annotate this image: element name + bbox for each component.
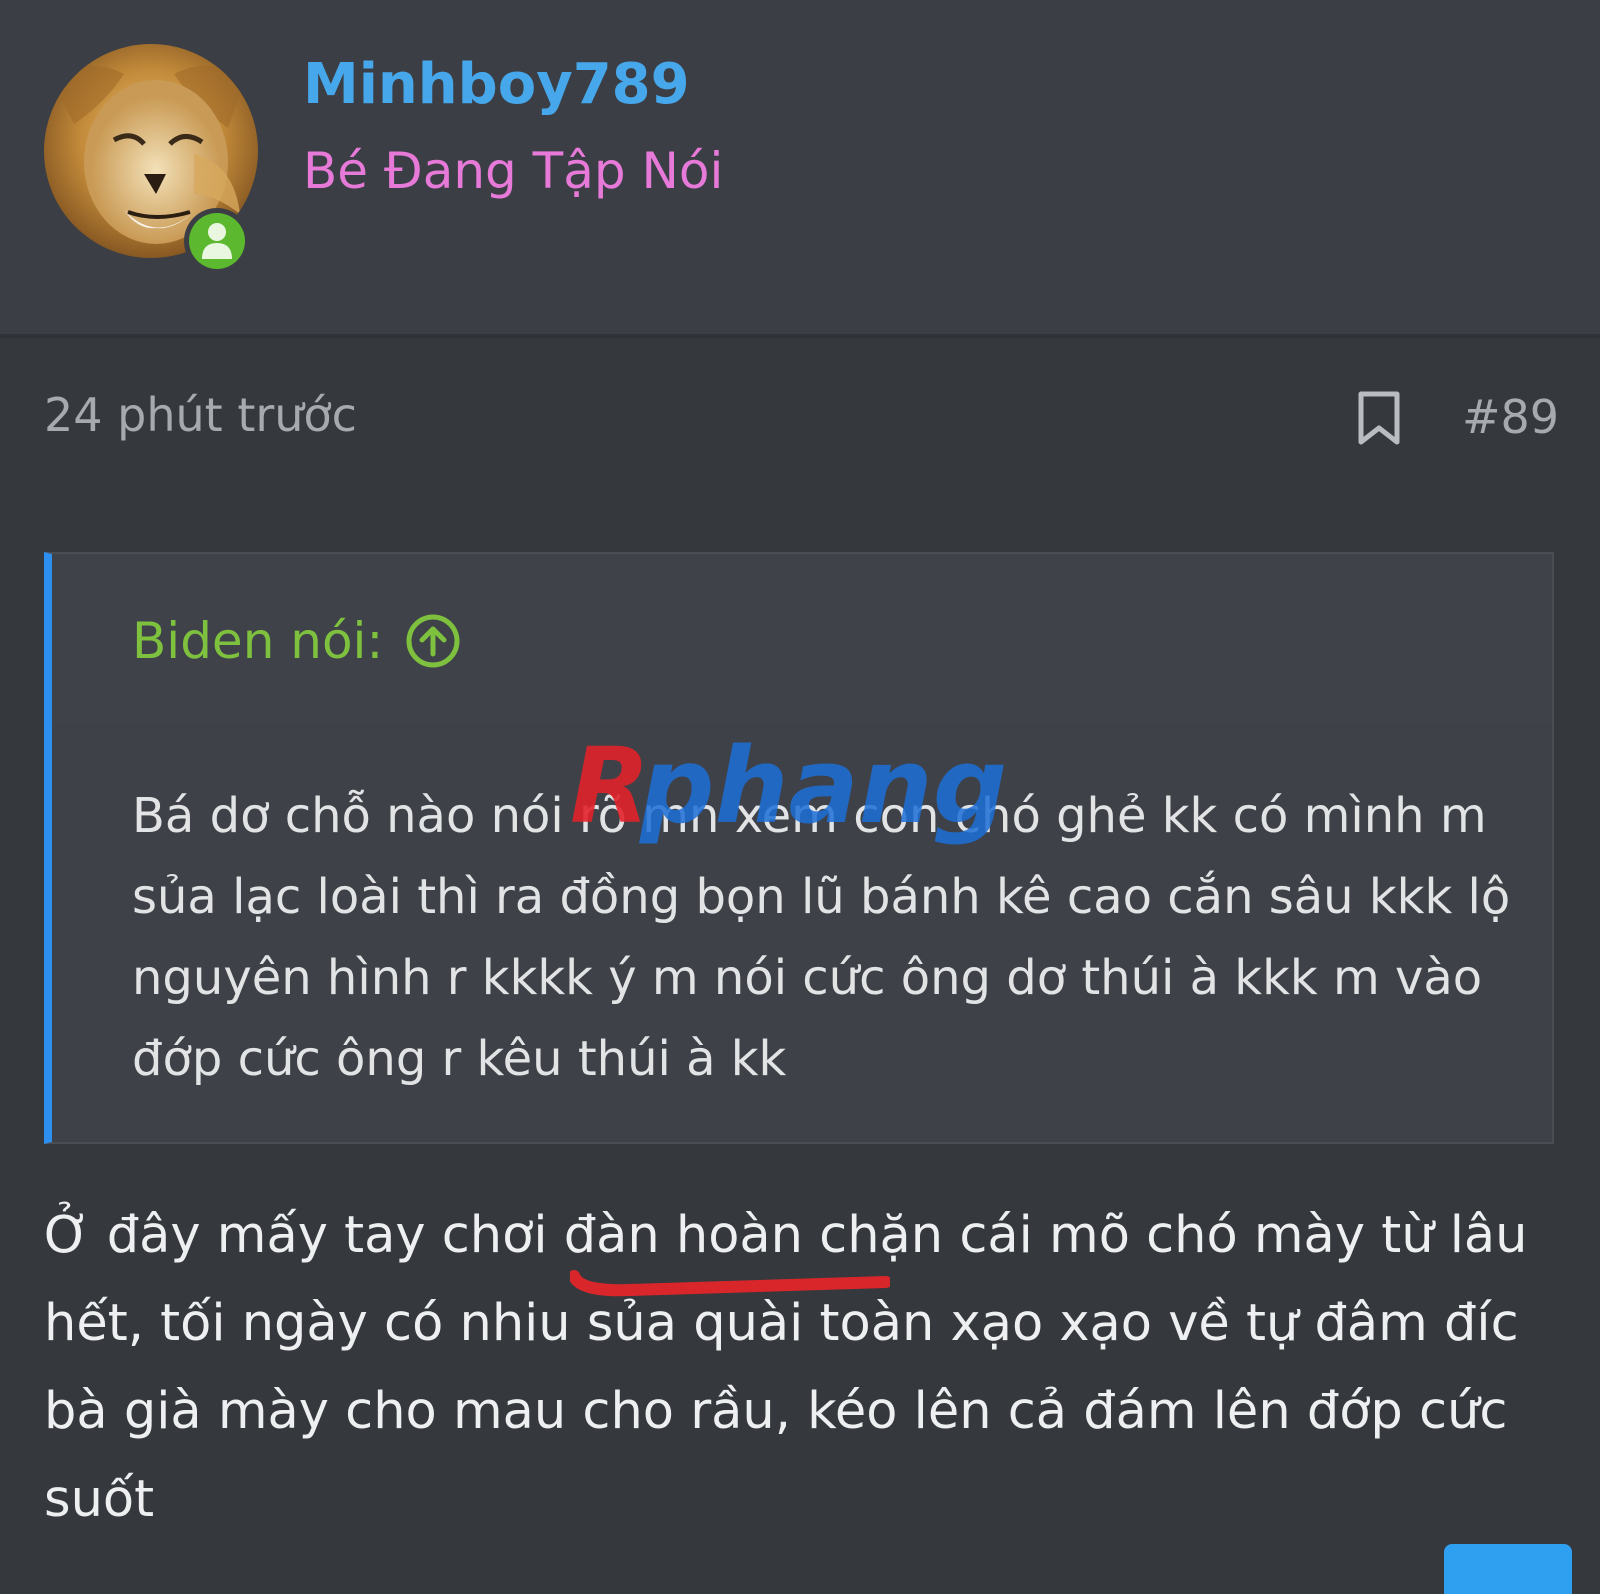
- username-link[interactable]: Minhboy789: [303, 52, 690, 117]
- quote-author[interactable]: Biden nói:: [132, 612, 461, 670]
- quote-author-label: Biden nói:: [132, 612, 384, 670]
- forum-post-page: Minhboy789 Bé Đang Tập Nói 24 phút trước…: [0, 0, 1600, 1594]
- scroll-to-top-button[interactable]: [1444, 1544, 1572, 1594]
- bookmark-icon[interactable]: [1356, 390, 1402, 446]
- user-icon: [202, 223, 232, 259]
- red-underline-mark: [570, 1270, 890, 1297]
- user-rank-title: Bé Đang Tập Nói: [303, 142, 724, 200]
- watermark-logo: R phang: [570, 730, 1007, 847]
- author-header: Minhboy789 Bé Đang Tập Nói: [0, 0, 1600, 338]
- post-number-link[interactable]: #89: [1462, 390, 1559, 444]
- arrow-up-circle-icon[interactable]: [405, 613, 461, 669]
- svg-text:R: R: [570, 730, 650, 847]
- online-status-badge: [184, 208, 250, 274]
- svg-text:phang: phang: [638, 730, 1007, 847]
- post-body-text: Ở đây mấy tay chơi đàn hoàn chặn cái mõ …: [44, 1206, 1528, 1529]
- post-timestamp[interactable]: 24 phút trước: [44, 388, 357, 442]
